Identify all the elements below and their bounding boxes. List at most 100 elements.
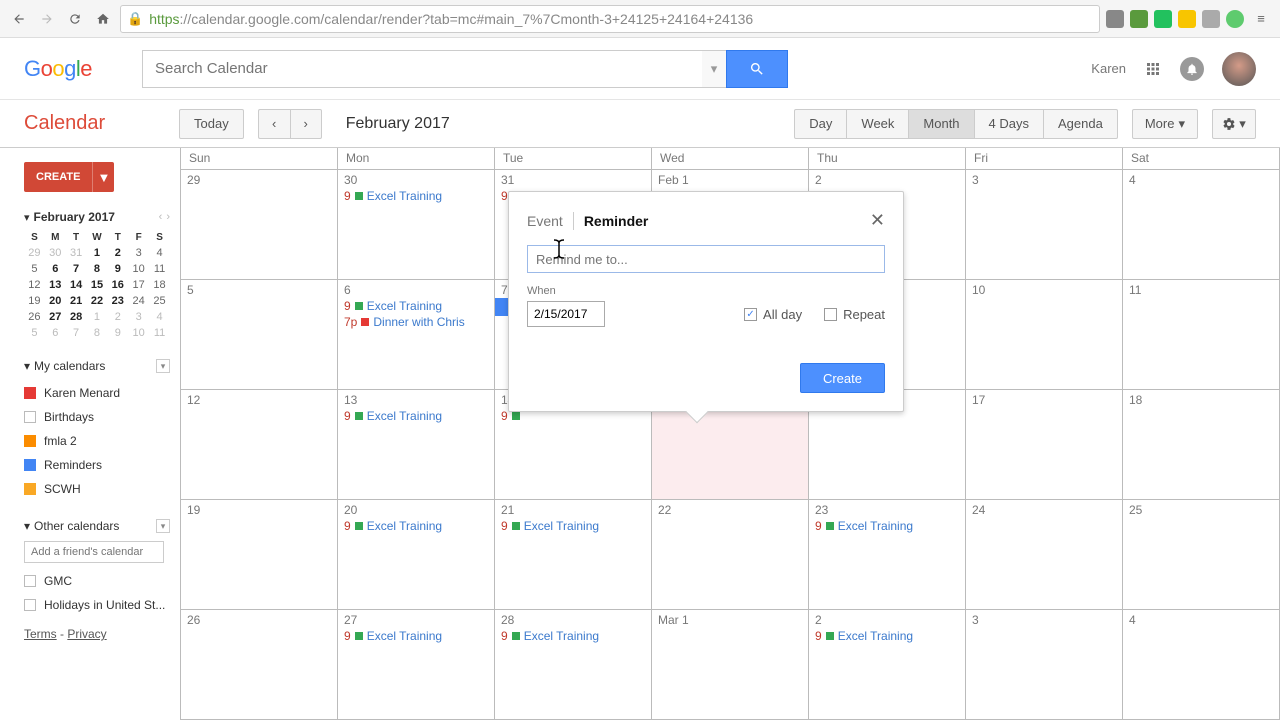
ext-icon[interactable] (1130, 10, 1148, 28)
day-cell[interactable]: 17 (966, 390, 1123, 499)
mini-day[interactable]: 25 (149, 293, 170, 309)
ext-icon[interactable] (1226, 10, 1244, 28)
view-agenda[interactable]: Agenda (1044, 109, 1118, 139)
calendar-item[interactable]: Holidays in United St... (24, 593, 170, 617)
mini-day[interactable]: 24 (128, 293, 149, 309)
day-cell[interactable]: 12 (181, 390, 338, 499)
event[interactable]: 9Excel Training (344, 299, 488, 313)
event[interactable]: 9Excel Training (344, 519, 488, 533)
mini-day[interactable]: 27 (45, 309, 66, 325)
mini-day[interactable]: 11 (149, 261, 170, 277)
calendar-item[interactable]: Reminders (24, 453, 170, 477)
notifications-icon[interactable] (1180, 57, 1204, 81)
avatar[interactable] (1222, 52, 1256, 86)
next-button[interactable]: › (290, 109, 322, 139)
day-cell[interactable]: 279Excel Training (338, 610, 495, 719)
close-icon[interactable]: ✕ (870, 210, 885, 231)
reminder-title-input[interactable] (527, 245, 885, 273)
view-4days[interactable]: 4 Days (975, 109, 1044, 139)
day-cell[interactable]: 10 (966, 280, 1123, 389)
chevron-down-icon[interactable]: ▾ (24, 211, 30, 224)
event[interactable]: 9Excel Training (501, 629, 645, 643)
ext-icon[interactable] (1178, 10, 1196, 28)
search-input[interactable] (142, 50, 702, 88)
mini-day[interactable]: 23 (107, 293, 128, 309)
back-button[interactable] (8, 8, 30, 30)
mini-day[interactable]: 10 (128, 261, 149, 277)
terms-link[interactable]: Terms (24, 627, 57, 641)
view-month[interactable]: Month (909, 109, 974, 139)
allday-checkbox[interactable]: ✓All day (744, 307, 802, 322)
repeat-checkbox[interactable]: Repeat (824, 307, 885, 322)
mini-day[interactable]: 22 (87, 293, 108, 309)
day-cell[interactable]: 26 (181, 610, 338, 719)
mini-day[interactable]: 8 (87, 325, 108, 341)
mini-day[interactable]: 9 (107, 325, 128, 341)
forward-button[interactable] (36, 8, 58, 30)
mini-day[interactable]: 1 (87, 309, 108, 325)
user-name[interactable]: Karen (1091, 61, 1126, 76)
mini-day[interactable]: 4 (149, 245, 170, 261)
mini-day[interactable]: 16 (107, 277, 128, 293)
mini-day[interactable]: 11 (149, 325, 170, 341)
mini-day[interactable]: 10 (128, 325, 149, 341)
calendar-item[interactable]: fmla 2 (24, 429, 170, 453)
mini-prev[interactable]: ‹ (159, 211, 163, 223)
chevron-down-icon[interactable]: ▾ (24, 359, 30, 373)
calendar-item[interactable]: Birthdays (24, 405, 170, 429)
mini-day[interactable]: 3 (128, 309, 149, 325)
mini-day[interactable]: 30 (45, 245, 66, 261)
mini-day[interactable]: 7 (66, 261, 87, 277)
mini-day[interactable]: 28 (66, 309, 87, 325)
mini-day[interactable]: 6 (45, 325, 66, 341)
google-logo[interactable]: Google (24, 56, 92, 82)
mini-day[interactable]: 15 (87, 277, 108, 293)
ext-icon[interactable] (1202, 10, 1220, 28)
apps-icon[interactable] (1144, 60, 1162, 78)
privacy-link[interactable]: Privacy (67, 627, 106, 641)
day-cell[interactable]: 29Excel Training (809, 610, 966, 719)
create-button[interactable]: CREATE ▼ (24, 162, 114, 192)
chevron-down-icon[interactable]: ▾ (24, 519, 30, 533)
mini-day[interactable]: 12 (24, 277, 45, 293)
day-cell[interactable]: 3 (966, 610, 1123, 719)
mini-day[interactable]: 19 (24, 293, 45, 309)
day-cell[interactable]: 239Excel Training (809, 500, 966, 609)
day-cell[interactable]: 209Excel Training (338, 500, 495, 609)
menu-button[interactable]: ≡ (1250, 8, 1272, 30)
url-bar[interactable]: 🔒 https://calendar.google.com/calendar/r… (120, 5, 1100, 33)
day-cell[interactable]: 69Excel Training7pDinner with Chris (338, 280, 495, 389)
view-week[interactable]: Week (847, 109, 909, 139)
mini-day[interactable]: 9 (107, 261, 128, 277)
event[interactable]: 9Excel Training (815, 519, 959, 533)
search-dropdown[interactable]: ▾ (702, 50, 726, 88)
mini-day[interactable]: 14 (66, 277, 87, 293)
ext-icon[interactable] (1154, 10, 1172, 28)
mini-day[interactable]: 31 (66, 245, 87, 261)
date-input[interactable] (527, 301, 605, 327)
mini-next[interactable]: › (166, 211, 170, 223)
mini-day[interactable]: 6 (45, 261, 66, 277)
tab-reminder[interactable]: Reminder (584, 213, 649, 229)
day-cell[interactable]: 4 (1123, 170, 1280, 279)
mini-day[interactable]: 13 (45, 277, 66, 293)
day-cell[interactable]: 29 (181, 170, 338, 279)
ext-icon[interactable] (1106, 10, 1124, 28)
day-cell[interactable]: 3 (966, 170, 1123, 279)
mini-day[interactable]: 1 (87, 245, 108, 261)
home-button[interactable] (92, 8, 114, 30)
calendar-item[interactable]: Karen Menard (24, 381, 170, 405)
day-cell[interactable]: 18 (1123, 390, 1280, 499)
mini-day[interactable]: 29 (24, 245, 45, 261)
mini-day[interactable]: 8 (87, 261, 108, 277)
calendar-item[interactable]: SCWH (24, 477, 170, 501)
settings-button[interactable]: ▾ (1212, 109, 1256, 139)
event[interactable]: 9Excel Training (344, 629, 488, 643)
day-cell[interactable]: 309Excel Training (338, 170, 495, 279)
mini-day[interactable]: 2 (107, 245, 128, 261)
day-cell[interactable]: 4 (1123, 610, 1280, 719)
mini-day[interactable]: 7 (66, 325, 87, 341)
event[interactable]: 7pDinner with Chris (344, 315, 488, 329)
today-button[interactable]: Today (179, 109, 244, 139)
event[interactable]: 9Excel Training (344, 409, 488, 423)
